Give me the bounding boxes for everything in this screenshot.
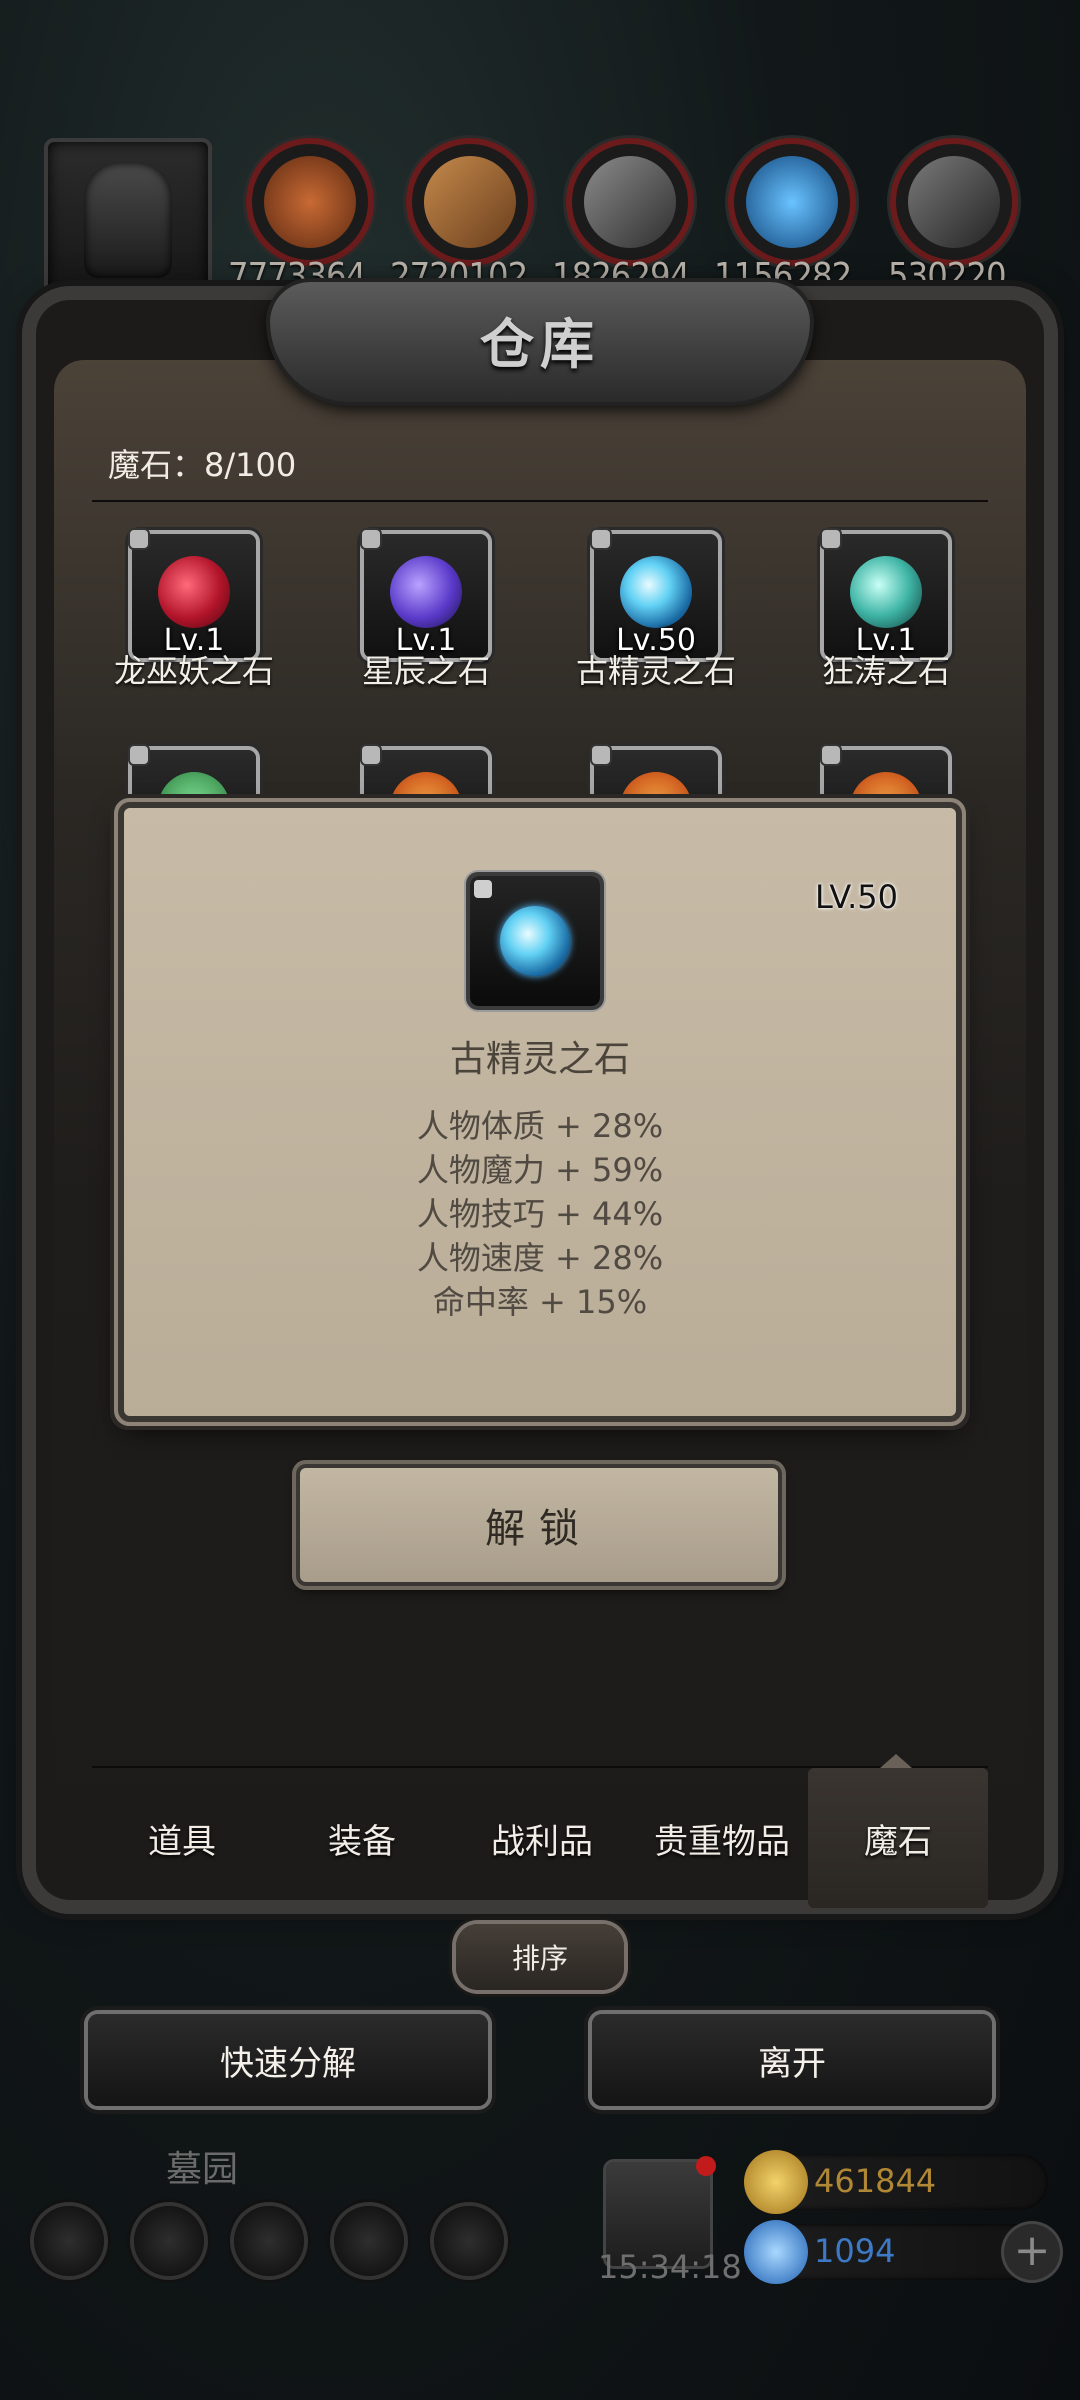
ancient-elf-stone-icon xyxy=(500,906,570,976)
stat-line: 命中率 + 15% xyxy=(432,1283,648,1321)
stone-icon[interactable] xyxy=(566,138,694,266)
crystal-icon[interactable] xyxy=(728,138,856,266)
hero-portrait[interactable] xyxy=(44,138,212,302)
tab-items[interactable]: 道具 xyxy=(92,1768,272,1908)
meat-icon[interactable] xyxy=(246,138,374,266)
item-slot-dragon-lich[interactable]: Lv.1 xyxy=(130,530,256,658)
lock-icon xyxy=(592,530,610,548)
item-name: 星辰之石 xyxy=(361,652,490,690)
item-count: 魔石：8/100 xyxy=(108,446,297,484)
quick-decompose-button[interactable]: 快速分解 xyxy=(88,2014,488,2106)
dragon-lich-stone-icon xyxy=(158,556,230,628)
page-title: 仓库 xyxy=(480,313,600,376)
diamond-icon xyxy=(744,2220,808,2284)
item-slot-raging-wave[interactable]: Lv.1 xyxy=(822,530,948,658)
stat-line: 人物魔力 + 59% xyxy=(416,1151,664,1189)
stat-list: 人物体质 + 28% 人物魔力 + 59% 人物技巧 + 44% 人物速度 + … xyxy=(124,1104,956,1324)
divider xyxy=(92,500,988,502)
resource-bar: 7773364 2720102 1826294 1156282 530220 xyxy=(0,138,1080,302)
add-currency-button[interactable]: + xyxy=(1004,2224,1060,2280)
item-level: LV.50 xyxy=(815,878,898,916)
gold-counter: 461844 xyxy=(744,2150,1048,2214)
gold-value: 461844 xyxy=(814,2162,937,2200)
gold-icon xyxy=(744,2150,808,2214)
lock-icon xyxy=(130,530,148,548)
lock-icon xyxy=(362,530,380,548)
tab-equipment[interactable]: 装备 xyxy=(272,1768,452,1908)
gate-icon[interactable] xyxy=(234,2206,304,2276)
settings-icon[interactable] xyxy=(34,2206,104,2276)
mail-icon[interactable] xyxy=(334,2206,404,2276)
gem-value: 1094 xyxy=(814,2232,896,2270)
item-name: 狂涛之石 xyxy=(821,652,950,690)
item-name: 龙巫妖之石 xyxy=(113,652,274,690)
timer: 15:34:18 xyxy=(598,2248,742,2286)
star-stone-icon xyxy=(390,556,462,628)
lock-icon xyxy=(474,880,492,898)
item-detail-popup: LV.50 古精灵之石 人物体质 + 28% 人物魔力 + 59% 人物技巧 +… xyxy=(124,808,956,1416)
resource-value-iron: 530220 xyxy=(888,256,1007,297)
tab-valuables[interactable]: 贵重物品 xyxy=(632,1768,812,1908)
lock-icon xyxy=(592,746,610,764)
lock-icon xyxy=(822,530,840,548)
stat-line: 人物体质 + 28% xyxy=(416,1107,664,1145)
stat-line: 人物技巧 + 44% xyxy=(416,1195,664,1233)
stat-line: 人物速度 + 28% xyxy=(416,1239,664,1277)
item-icon-frame xyxy=(470,876,600,1006)
unlock-button[interactable]: 解锁 xyxy=(300,1468,778,1582)
wood-icon[interactable] xyxy=(406,138,534,266)
area-name: 墓园 xyxy=(166,2149,239,2190)
leave-button[interactable]: 离开 xyxy=(592,2014,992,2106)
chest-icon[interactable] xyxy=(434,2206,504,2276)
achievement-icon[interactable] xyxy=(134,2206,204,2276)
tab-loot[interactable]: 战利品 xyxy=(452,1768,632,1908)
category-tabs: 道具 装备 战利品 贵重物品 魔石 xyxy=(92,1754,988,1908)
ancient-elf-stone-icon xyxy=(620,556,692,628)
helmet-icon xyxy=(84,162,172,278)
raging-wave-stone-icon xyxy=(850,556,922,628)
item-title: 古精灵之石 xyxy=(449,1039,630,1080)
item-slot-ancient-elf[interactable]: Lv.50 xyxy=(592,530,718,658)
sort-button[interactable]: 排序 xyxy=(456,1924,624,1990)
iron-icon[interactable] xyxy=(890,138,1018,266)
gem-counter: 1094 xyxy=(744,2220,1048,2284)
notification-dot xyxy=(696,2156,716,2176)
lock-icon xyxy=(362,746,380,764)
lock-icon xyxy=(130,746,148,764)
lock-icon xyxy=(822,746,840,764)
tab-magic-stones[interactable]: 魔石 xyxy=(808,1754,988,1908)
item-name: 古精灵之石 xyxy=(575,652,736,690)
item-slot-star[interactable]: Lv.1 xyxy=(362,530,488,658)
